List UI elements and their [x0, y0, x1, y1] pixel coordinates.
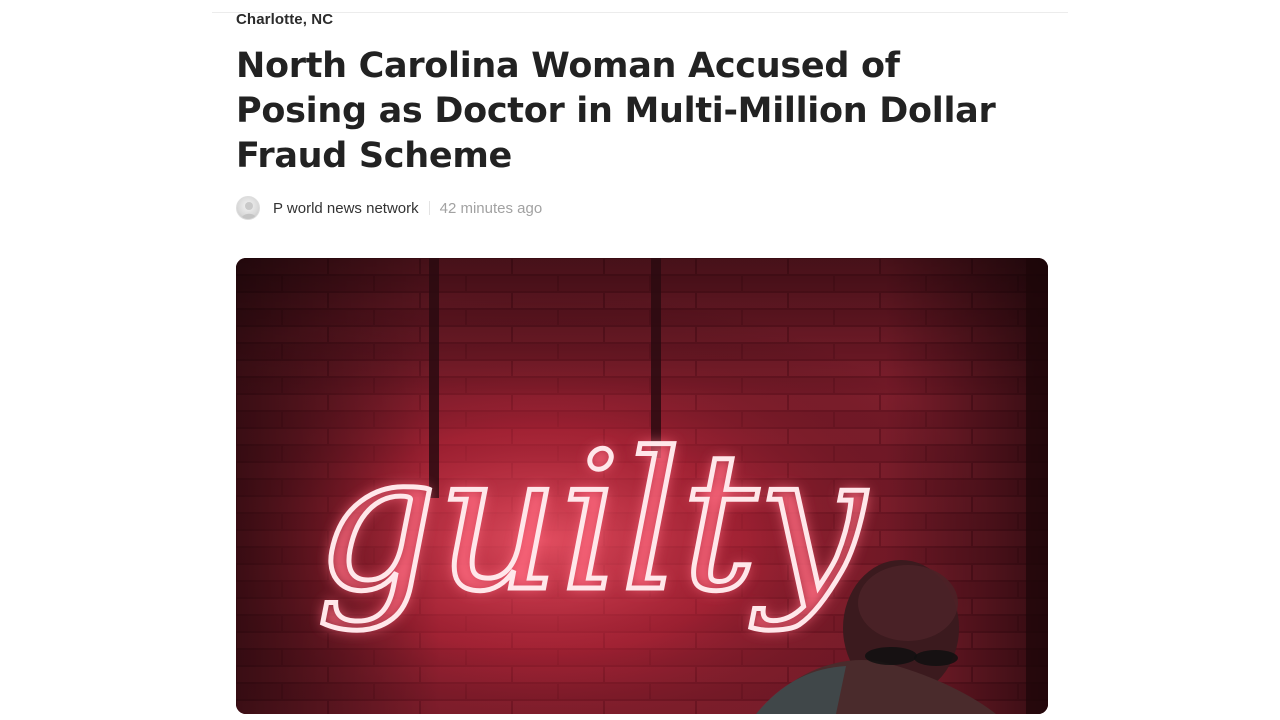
- byline: P world news network 42 minutes ago: [236, 194, 542, 222]
- right-pillar: [1026, 258, 1048, 714]
- top-divider: [212, 12, 1068, 13]
- hero-photo: guilty guilty: [236, 258, 1048, 714]
- article-headline: North Carolina Woman Accused of Posing a…: [236, 46, 996, 176]
- author-link[interactable]: P world news network: [273, 200, 419, 217]
- article: Charlotte, NC North Carolina Woman Accus…: [0, 0, 1280, 720]
- avatar-image: [241, 202, 257, 219]
- byline-separator: [428, 201, 430, 215]
- neon-sign-text: guilty: [316, 412, 868, 633]
- author-avatar-icon[interactable]: [236, 196, 260, 220]
- article-location[interactable]: Charlotte, NC: [236, 11, 333, 28]
- hero-image[interactable]: guilty guilty: [236, 258, 1048, 714]
- published-time: 42 minutes ago: [439, 199, 543, 217]
